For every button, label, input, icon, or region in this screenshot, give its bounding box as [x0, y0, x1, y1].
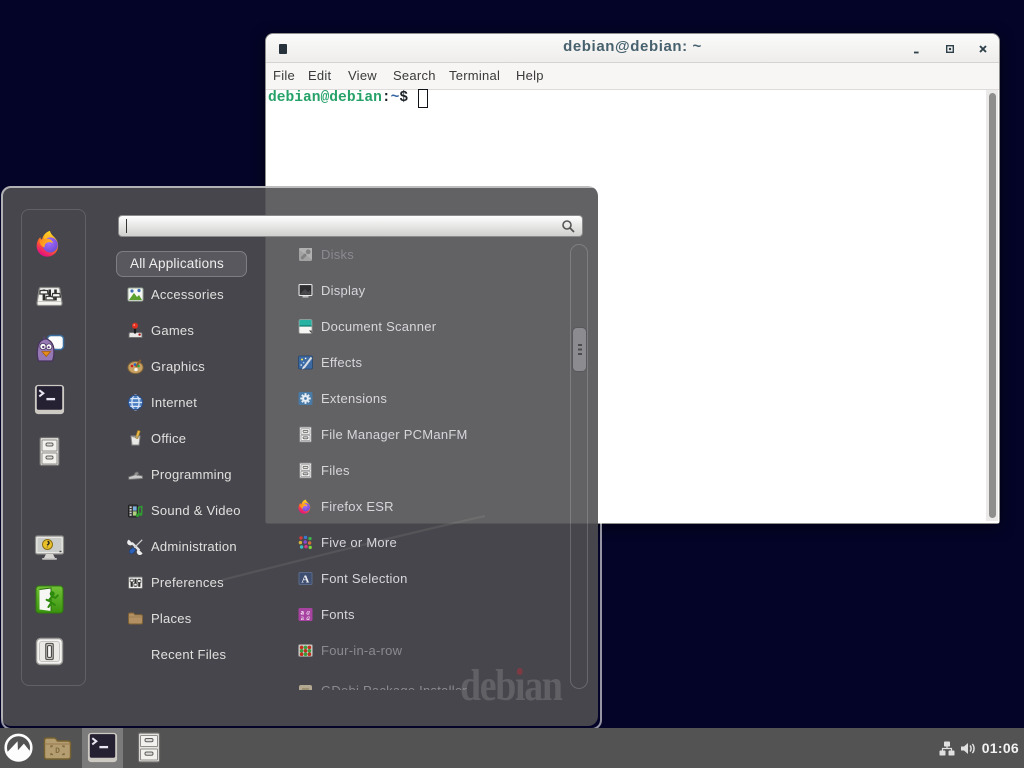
svg-text:a: a: [306, 614, 310, 622]
svg-text:D: D: [55, 747, 60, 756]
svg-text:A: A: [301, 574, 309, 586]
